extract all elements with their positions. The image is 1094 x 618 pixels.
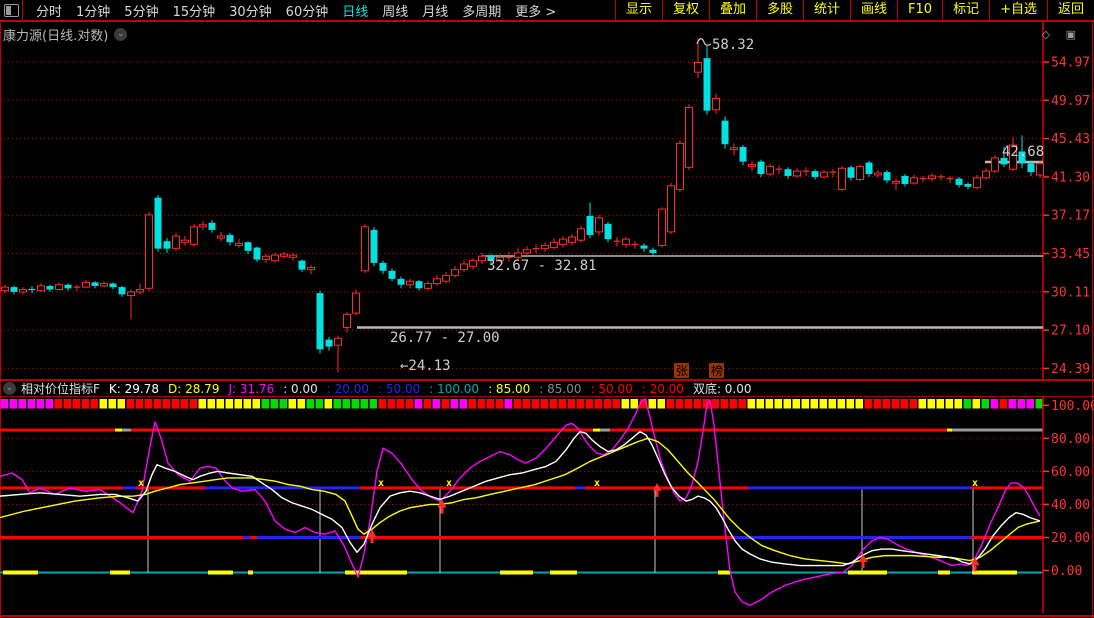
indicator-param: D: 28.79 [168,382,219,396]
toolbar-button-标记[interactable]: 标记 [942,0,989,20]
toolbar-button-F10[interactable]: F10 [897,0,942,20]
stock-title[interactable]: 康力源(日线.对数) [3,25,108,44]
top-toolbar: 分时 1分钟 5分钟 15分钟 30分钟 60分钟日线周线月线多周期更多 > 显示复权叠加… [0,0,1094,22]
main-candlestick-chart[interactable]: 54.97 49.97 45.43 41.30 37.17 33.45 30.11 27.10… [0,22,1094,379]
price-annotation: 42.68 [1002,144,1044,160]
timeframe-tab-日线[interactable]: 日线 [342,1,368,20]
timeframe-tab-周线[interactable]: 周线 [382,1,408,20]
price-annotation: 58.32 [712,37,754,53]
price-annotation: ←24.13 [400,358,451,374]
chevron-down-icon[interactable]: ⌄ [114,28,127,41]
signal-x-marker: x [378,478,384,489]
split-panel-icon[interactable] [4,4,19,17]
indicator-param: : 100.00 [429,382,479,396]
price-annotation: 32.67 - 32.81 [487,258,597,274]
timeframe-tab-分时[interactable]: 分时 [36,1,62,20]
timeframe-tabs: 分时 1分钟 5分钟 15分钟 30分钟 60分钟日线周线月线多周期更多 > [29,1,563,20]
indicator-chart[interactable]: x x x x x 100.00 80.00 60.00 40.00 20.00 0.00 [0,397,1094,613]
price-axis-label: 30.11 [1051,285,1090,300]
toolbar-button-画线[interactable]: 画线 [850,0,897,20]
timeframe-tab-月线[interactable]: 月线 [422,1,448,20]
toolbar-divider [22,0,23,20]
chevron-down-icon[interactable]: ⌄ [3,382,16,395]
price-annotation: 26.77 - 27.00 [390,330,500,346]
indicator-param: : 0.00 [283,382,318,396]
indicator-axis-label: 100.00 [1051,399,1094,414]
event-marker[interactable]: 张 [676,364,688,378]
toolbar-button-统计[interactable]: 统计 [803,0,850,20]
toolbar-button-复权[interactable]: 复权 [662,0,709,20]
indicator-param: 相对价位指标F [21,380,100,397]
indicator-axis-label: 80.00 [1051,432,1090,447]
price-axis-label: 54.97 [1051,56,1090,71]
timeframe-tab-更多 >[interactable]: 更多 > [515,1,556,20]
signal-x-marker: x [138,478,144,489]
price-axis-label: 24.39 [1051,362,1090,377]
toolbar-actions: 显示复权叠加多股统计画线F10标记+自选返回 [615,0,1094,20]
price-axis-label: 33.45 [1051,247,1090,262]
indicator-param: 双底: 0.00 [693,380,752,397]
indicator-param: : 20.00 [327,382,369,396]
stock-title-row: 康力源(日线.对数) ⌄ [3,25,127,44]
indicator-param: : 85.00 [488,382,530,396]
price-axis-label: 37.17 [1051,209,1090,224]
indicator-axis-label: 20.00 [1051,531,1090,546]
toolbar-button-显示[interactable]: 显示 [615,0,662,20]
price-axis-label: 41.30 [1051,170,1090,185]
signal-x-marker: x [972,478,978,489]
indicator-param: : 20.00 [642,382,684,396]
toolbar-button-多股[interactable]: 多股 [756,0,803,20]
indicator-header: ⌄ 相对价位指标F K: 29.78 D: 28.79 J: 31.76 : 0.00:… [0,381,1094,396]
timeframe-tab-15分钟[interactable]: 15分钟 [173,1,216,20]
timeframe-tab-60分钟[interactable]: 60分钟 [286,1,329,20]
chart-corner-icons[interactable]: ◇ ▣ [1042,28,1082,41]
timeframe-tab-30分钟[interactable]: 30分钟 [229,1,272,20]
toolbar-button-叠加[interactable]: 叠加 [709,0,756,20]
toolbar-button-+自选[interactable]: +自选 [989,0,1047,20]
window-border-bottom [0,615,1094,617]
price-axis-label: 45.43 [1051,132,1090,147]
signal-x-marker: x [446,478,452,489]
indicator-param: : 50.00 [378,382,420,396]
indicator-param: : 85.00 [539,382,581,396]
toolbar-button-返回[interactable]: 返回 [1047,0,1094,20]
indicator-param: J: 31.76 [228,382,274,396]
event-marker[interactable]: 榜 [711,363,723,378]
indicator-axis-label: 0.00 [1051,564,1082,579]
price-axis-label: 27.10 [1051,324,1090,339]
signal-x-marker: x [594,478,600,489]
timeframe-tab-5分钟[interactable]: 5分钟 [124,1,158,20]
indicator-axis-label: 40.00 [1051,498,1090,513]
timeframe-tab-多周期[interactable]: 多周期 [462,1,501,20]
indicator-axis-label: 60.00 [1051,465,1090,480]
indicator-param: K: 29.78 [109,382,159,396]
timeframe-tab-1分钟[interactable]: 1分钟 [76,1,110,20]
price-axis-label: 49.97 [1051,94,1090,109]
trading-terminal-window: 分时 1分钟 5分钟 15分钟 30分钟 60分钟日线周线月线多周期更多 > 显示复权叠加… [0,0,1094,618]
indicator-param: : 50.00 [591,382,633,396]
